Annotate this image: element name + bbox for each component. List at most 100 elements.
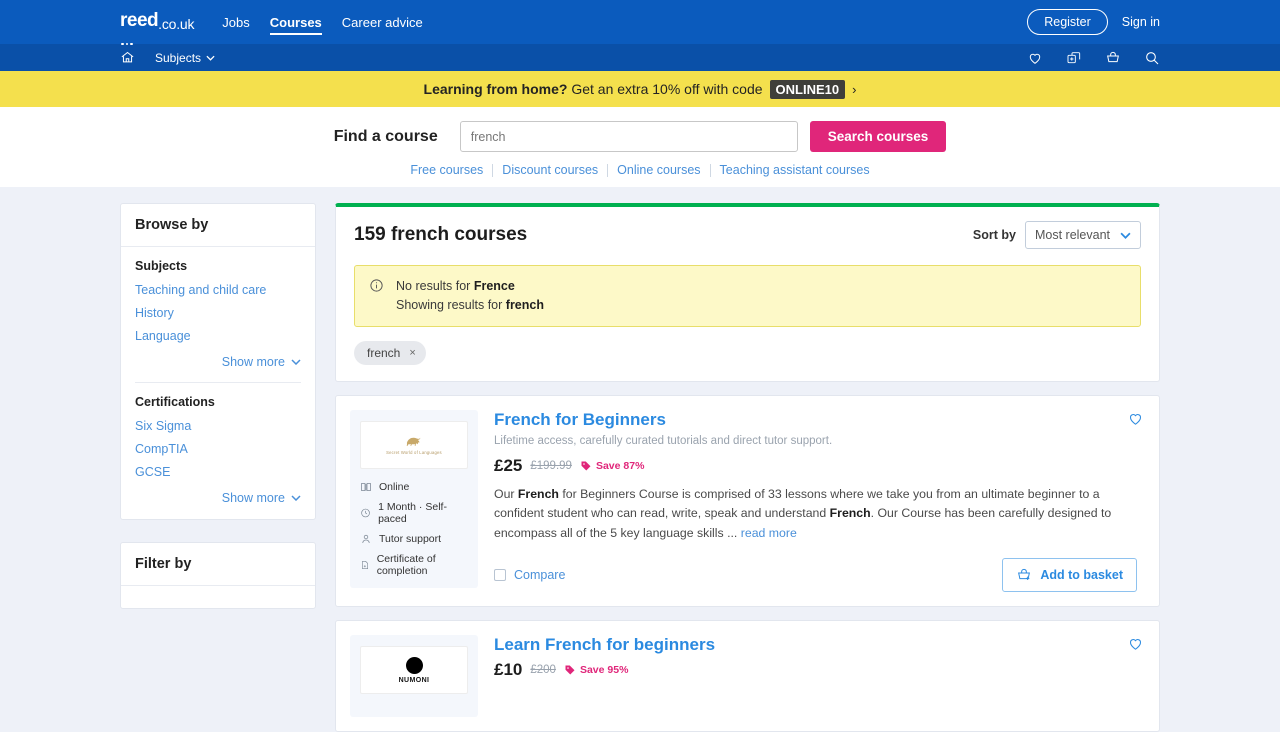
numoni-dot-icon <box>405 656 423 674</box>
tag-icon <box>581 461 591 470</box>
logo-dots-icon <box>121 42 133 45</box>
add-to-basket-label: Add to basket <box>1040 568 1123 583</box>
subjects-label: Subjects <box>155 50 202 65</box>
course-description-text: Our French for Beginners Course is compr… <box>494 486 1112 541</box>
filter-by-panel: Filter by <box>120 542 316 609</box>
nav-item-courses[interactable]: Courses <box>260 0 332 44</box>
course-price-was: £200 <box>530 664 556 677</box>
compare-label: Compare <box>514 568 566 583</box>
promo-rest: Get an extra 10% off with code <box>571 81 763 97</box>
facet-comptia[interactable]: CompTIA <box>135 442 301 456</box>
browse-by-title: Browse by <box>121 204 315 247</box>
search-icon[interactable] <box>1144 50 1160 66</box>
quick-link-online-courses[interactable]: Online courses <box>608 164 711 177</box>
subjects-group-title: Subjects <box>135 259 188 273</box>
course-price: £25 <box>494 455 523 475</box>
course-meta-label: 1 Month · Self-paced <box>378 500 447 525</box>
sort-by-label: Sort by <box>972 228 1016 242</box>
course-meta-certificate: Certificate of completion <box>360 553 468 577</box>
chevron-down-icon <box>206 55 215 61</box>
sidebar: Browse by Subjects Teaching and child ca… <box>120 203 316 732</box>
course-meta-label: Certificate of completion <box>376 552 436 577</box>
save-course-heart-icon[interactable] <box>1127 635 1144 652</box>
certifications-group-title: Certifications <box>135 395 215 409</box>
read-more-link[interactable]: read more <box>741 526 797 540</box>
facet-six-sigma[interactable]: Six Sigma <box>135 419 301 433</box>
course-meta-label: Online <box>379 480 410 493</box>
course-save-label: Save 87% <box>595 459 645 472</box>
results-summary-panel: 159 french courses Sort by Most relevant… <box>335 203 1160 382</box>
promo-code-badge: ONLINE10 <box>769 79 846 99</box>
course-title-link[interactable]: French for Beginners <box>494 410 666 430</box>
course-meta-tutor: Tutor support <box>360 533 468 545</box>
alert-line1-prefix: No results for <box>396 279 474 293</box>
filter-by-title: Filter by <box>121 543 315 586</box>
filter-first-row[interactable] <box>121 586 315 608</box>
reed-logo[interactable]: reed .co.uk <box>120 11 194 45</box>
search-courses-button[interactable]: Search courses <box>809 121 947 152</box>
info-icon <box>370 279 383 292</box>
save-course-heart-icon[interactable] <box>1127 410 1144 427</box>
promo-lead: Learning from home? <box>423 81 568 97</box>
quick-link-free-courses[interactable]: Free courses <box>401 164 494 177</box>
nav-item-jobs[interactable]: Jobs <box>212 0 259 44</box>
chevron-down-icon <box>291 359 301 365</box>
lion-logo-icon <box>406 437 421 447</box>
course-meta-online: Online <box>360 481 468 493</box>
search-input[interactable] <box>459 121 798 152</box>
top-navigation-bar: reed .co.uk Jobs Courses Career advice R… <box>0 0 1280 45</box>
nav-item-career-advice[interactable]: Career advice <box>332 0 433 44</box>
alert-no-results-line: No results for Frence <box>396 277 544 296</box>
provider-logo: NUMONI <box>360 646 468 695</box>
sort-by-value: Most relevant <box>1034 228 1110 242</box>
course-card[interactable]: Secret World of Languages Online 1 Month… <box>335 394 1160 608</box>
facet-gcse[interactable]: GCSE <box>135 465 301 479</box>
course-price-row: £25 £199.99 Save 87% <box>494 456 1137 476</box>
course-price-was: £199.99 <box>530 459 572 472</box>
book-icon <box>361 482 371 491</box>
course-aside: NUMONI <box>350 635 478 718</box>
subjects-show-more-button[interactable]: Show more <box>135 355 301 369</box>
filter-chip-french[interactable]: french × <box>354 340 426 365</box>
subjects-dropdown[interactable]: Subjects <box>155 51 215 65</box>
course-price: £10 <box>494 660 523 680</box>
quick-link-teaching-assistant-courses[interactable]: Teaching assistant courses <box>711 164 879 177</box>
promo-banner[interactable]: Learning from home? Get an extra 10% off… <box>0 71 1280 107</box>
course-title-link[interactable]: Learn French for beginners <box>494 635 715 655</box>
quick-links: Free courses Discount courses Online cou… <box>0 164 1280 177</box>
basket-plus-icon <box>1018 569 1031 581</box>
chip-remove-icon[interactable]: × <box>409 347 415 359</box>
facet-history[interactable]: History <box>135 306 301 320</box>
course-save-label: Save 95% <box>579 664 629 677</box>
course-search-band: Find a course Search courses Free course… <box>0 107 1280 187</box>
results-column: 159 french courses Sort by Most relevant… <box>335 203 1160 732</box>
heart-icon[interactable] <box>1027 50 1043 66</box>
spelling-correction-alert: No results for Frence Showing results fo… <box>354 265 1141 327</box>
certifications-show-more-label: Show more <box>221 491 285 505</box>
chevron-down-icon <box>1120 232 1131 239</box>
add-to-basket-button[interactable]: Add to basket <box>1002 558 1137 593</box>
provider-logo: Secret World of Languages <box>360 420 468 469</box>
sign-in-link[interactable]: Sign in <box>1122 15 1160 29</box>
facet-teaching-and-child-care[interactable]: Teaching and child care <box>135 283 301 297</box>
compare-checkbox[interactable]: Compare <box>494 568 565 582</box>
course-subtitle: Lifetime access, carefully curated tutor… <box>494 434 833 447</box>
checkbox-box-icon <box>494 569 506 582</box>
chip-label: french <box>367 345 401 360</box>
results-count-title: 159 french courses <box>354 224 528 245</box>
alert-line1-term: Frence <box>473 279 515 293</box>
certifications-show-more-button[interactable]: Show more <box>135 491 301 505</box>
basket-icon[interactable] <box>1105 50 1121 66</box>
certificate-icon <box>362 560 368 569</box>
find-a-course-label: Find a course <box>333 127 438 145</box>
course-save-badge: Save 95% <box>564 664 628 676</box>
register-button[interactable]: Register <box>1027 9 1108 35</box>
chevron-right-icon: › <box>852 81 857 97</box>
home-icon[interactable] <box>120 50 135 65</box>
sort-by-select[interactable]: Most relevant <box>1024 221 1141 249</box>
course-meta-duration: 1 Month · Self-paced <box>360 501 468 525</box>
quick-link-discount-courses[interactable]: Discount courses <box>493 164 609 177</box>
course-card[interactable]: NUMONI Learn French for beginners £10 £2… <box>335 620 1160 732</box>
compare-icon[interactable] <box>1066 50 1082 66</box>
facet-language[interactable]: Language <box>135 329 301 343</box>
